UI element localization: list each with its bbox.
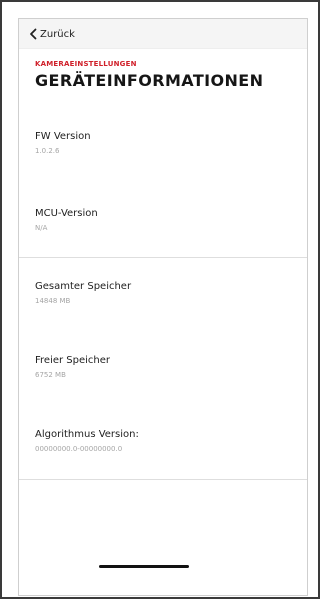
info-item-fw-version: FW Version 1.0.2.6: [35, 131, 295, 155]
app-screen: Zurück KAMERAEINSTELLUNGEN GERÄTEINFORMA…: [18, 18, 308, 596]
back-label: Zurück: [40, 28, 75, 40]
navigation-bar: Zurück: [19, 19, 307, 49]
page-title: GERÄTEINFORMATIONEN: [35, 71, 264, 90]
info-item-total-storage: Gesamter Speicher 14848 MB: [35, 281, 295, 305]
info-label: Gesamter Speicher: [35, 281, 132, 292]
info-label: Freier Speicher: [35, 355, 111, 366]
device-frame: Zurück KAMERAEINSTELLUNGEN GERÄTEINFORMA…: [0, 0, 320, 599]
info-item-free-storage: Freier Speicher 6752 MB: [35, 355, 295, 379]
section-divider: [19, 257, 307, 258]
home-indicator: [99, 565, 189, 568]
section-overline: KAMERAEINSTELLUNGEN: [35, 60, 137, 68]
info-value: 00000000.0-00000000.0: [35, 445, 123, 453]
info-value: 1.0.2.6: [35, 147, 60, 155]
info-label: Algorithmus Version:: [35, 429, 139, 440]
chevron-left-icon: [29, 28, 37, 40]
info-label: MCU-Version: [35, 208, 98, 219]
info-item-algorithm-version: Algorithmus Version: 00000000.0-00000000…: [35, 429, 295, 453]
info-label: FW Version: [35, 131, 91, 142]
section-divider: [19, 479, 307, 480]
back-button[interactable]: Zurück: [29, 26, 75, 42]
info-item-mcu-version: MCU-Version N/A: [35, 208, 295, 232]
info-value: 14848 MB: [35, 297, 71, 305]
info-value: 6752 MB: [35, 371, 66, 379]
info-value: N/A: [35, 224, 48, 232]
